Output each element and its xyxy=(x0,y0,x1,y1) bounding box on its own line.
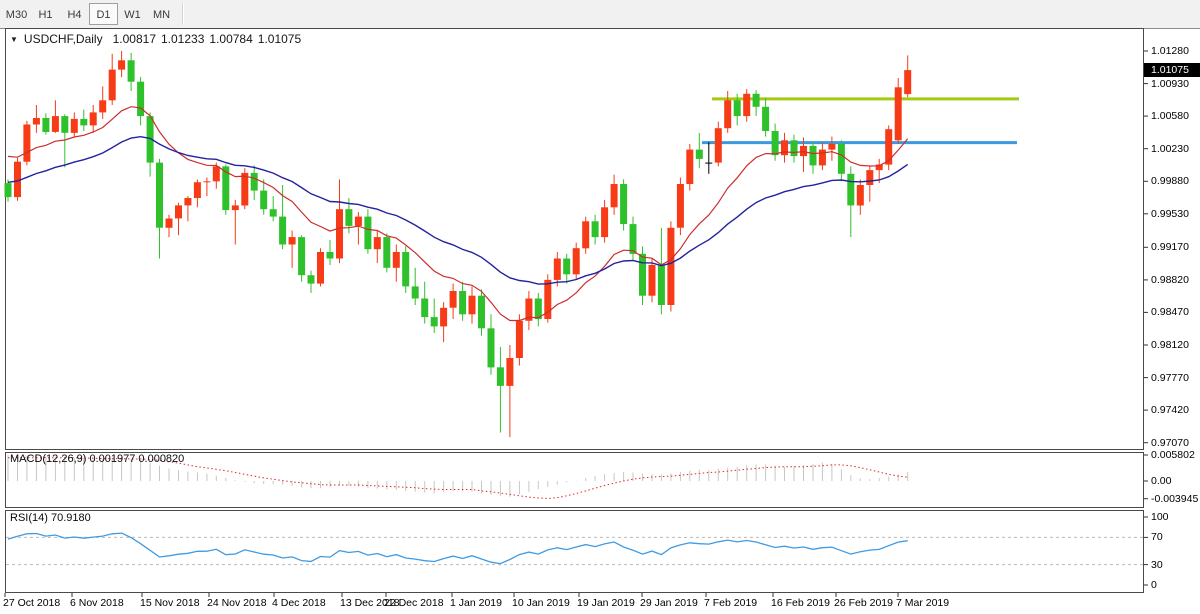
macd-axis-label: 0.00 xyxy=(1151,475,1171,487)
price-axis-label: 0.97420 xyxy=(1151,404,1189,416)
timeframe-button-mn[interactable]: MN xyxy=(147,3,176,25)
rsi-label: RSI(14) 70.9180 xyxy=(10,512,91,524)
quote-low: 1.00784 xyxy=(209,32,252,46)
date-axis-label: 24 Nov 2018 xyxy=(207,597,267,609)
current-price-box: 1.01075 xyxy=(1144,63,1200,77)
quote-high: 1.01233 xyxy=(161,32,204,46)
timeframe-button-w1[interactable]: W1 xyxy=(118,3,147,25)
price-axis-label: 1.00230 xyxy=(1151,143,1189,155)
rsi-axis-label: 30 xyxy=(1151,559,1163,571)
date-axis-label: 4 Dec 2018 xyxy=(272,597,326,609)
timeframe-button-h1[interactable]: H1 xyxy=(31,3,60,25)
timeframe-toolbar: M30H1H4D1W1MN xyxy=(0,0,1200,28)
price-chart-pane[interactable] xyxy=(5,28,1144,450)
price-axis-label: 0.98820 xyxy=(1151,274,1189,286)
macd-axis-label: -0.003945 xyxy=(1151,493,1198,505)
price-axis-label: 1.00930 xyxy=(1151,78,1189,90)
rsi-axis-label: 0 xyxy=(1151,579,1157,591)
date-axis-label: 10 Jan 2019 xyxy=(512,597,570,609)
price-axis-label: 1.00580 xyxy=(1151,110,1189,122)
date-axis-label: 19 Jan 2019 xyxy=(577,597,635,609)
date-axis-label: 6 Nov 2018 xyxy=(70,597,124,609)
price-axis-label: 0.98120 xyxy=(1151,339,1189,351)
rsi-pane[interactable] xyxy=(5,510,1144,593)
macd-axis-label: 0.005802 xyxy=(1151,449,1195,461)
mt4-window: M30H1H4D1W1MN ▼ USDCHF,Daily 1.00817 1.0123… xyxy=(0,0,1200,614)
date-axis-label: 7 Feb 2019 xyxy=(704,597,757,609)
quote-close: 1.01075 xyxy=(258,32,301,46)
price-axis-label: 0.99170 xyxy=(1151,241,1189,253)
rsi-axis-label: 100 xyxy=(1151,511,1169,523)
date-axis-label: 29 Jan 2019 xyxy=(640,597,698,609)
toolbar-separator xyxy=(182,3,184,25)
price-axis-label: 0.97770 xyxy=(1151,372,1189,384)
date-axis-label: 7 Mar 2019 xyxy=(896,597,949,609)
date-axis-label: 22 Dec 2018 xyxy=(384,597,444,609)
quote-open: 1.00817 xyxy=(113,32,156,46)
date-axis-label: 15 Nov 2018 xyxy=(140,597,200,609)
date-axis-label: 1 Jan 2019 xyxy=(450,597,502,609)
symbol-dropdown-icon[interactable]: ▼ xyxy=(10,35,18,44)
price-axis-label: 0.98470 xyxy=(1151,306,1189,318)
chart-title: ▼ USDCHF,Daily 1.00817 1.01233 1.00784 1.0107… xyxy=(10,32,306,46)
timeframe-button-h4[interactable]: H4 xyxy=(60,3,89,25)
price-axis-label: 0.97070 xyxy=(1151,437,1189,449)
rsi-axis-label: 70 xyxy=(1151,531,1163,543)
symbol-label: USDCHF,Daily xyxy=(24,32,103,46)
price-axis-label: 0.99880 xyxy=(1151,175,1189,187)
date-axis-label: 16 Feb 2019 xyxy=(771,597,830,609)
timeframe-button-d1[interactable]: D1 xyxy=(89,3,118,25)
price-axis-label: 0.99530 xyxy=(1151,208,1189,220)
timeframe-button-m30[interactable]: M30 xyxy=(2,3,31,25)
date-axis-label: 27 Oct 2018 xyxy=(3,597,60,609)
date-axis-label: 26 Feb 2019 xyxy=(834,597,893,609)
macd-label: MACD(12,26,9) 0.001977 0.000820 xyxy=(10,453,184,465)
price-axis-label: 1.01280 xyxy=(1151,45,1189,57)
